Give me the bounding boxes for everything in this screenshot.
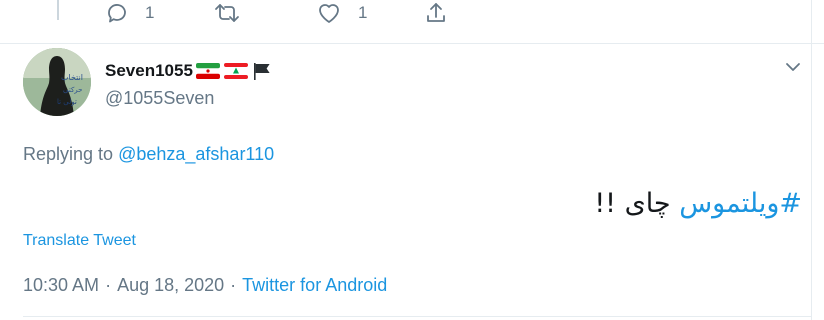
like-count: 1: [358, 3, 368, 22]
tweet-text: #ویلتموس چای !!: [594, 184, 802, 224]
translate-tweet-link[interactable]: Translate Tweet: [23, 232, 136, 250]
share-icon: [427, 3, 445, 22]
hashtag-link[interactable]: #ویلتموس: [679, 188, 802, 219]
avatar-overlay-text-1: انتخاب: [61, 73, 83, 82]
tweet-body-text: چای !!: [594, 188, 671, 219]
tweet-source-link[interactable]: Twitter for Android: [242, 275, 387, 295]
iran-flag-icon: [195, 63, 220, 79]
meta-separator: ·: [105, 275, 112, 295]
retweet-icon: [215, 4, 239, 22]
avatar[interactable]: انتخاب حرکتی تولی تا: [23, 48, 91, 116]
heart-icon: [319, 4, 339, 23]
chevron-down-icon[interactable]: [784, 58, 802, 76]
previous-tweet-action-bar: 1 1: [0, 0, 824, 26]
share-button[interactable]: [424, 0, 448, 26]
meta-separator: ·: [230, 275, 237, 295]
replying-to-handle-link[interactable]: @behza_afshar110: [118, 144, 274, 164]
avatar-overlay-text-2: حرکتی: [63, 86, 82, 94]
column-border: [811, 0, 812, 320]
retweet-button[interactable]: [214, 0, 240, 26]
replying-to-label: Replying to: [23, 144, 114, 164]
reply-count: 1: [145, 3, 155, 22]
avatar-overlay-text-3: تولی تا: [57, 98, 77, 106]
black-flag-icon: [253, 63, 270, 80]
like-button[interactable]: 1: [316, 0, 367, 26]
user-handle[interactable]: @1055Seven: [105, 88, 214, 109]
tweet-divider: [0, 43, 824, 44]
author-name-row[interactable]: Seven1055: [105, 59, 273, 83]
replying-to-line: Replying to @behza_afshar110: [23, 144, 274, 165]
reply-icon: [108, 4, 126, 23]
avatar-image: انتخاب حرکتی تولی تا: [23, 48, 91, 116]
tweet-time[interactable]: 10:30 AM: [23, 275, 99, 295]
display-name[interactable]: Seven1055: [105, 61, 193, 81]
meta-divider: [23, 316, 811, 317]
tweet-date[interactable]: Aug 18, 2020: [117, 275, 224, 295]
lebanon-flag-icon: [223, 63, 248, 79]
tweet-meta: 10:30 AM · Aug 18, 2020 · Twitter for Androi…: [23, 275, 387, 296]
reply-button[interactable]: 1: [105, 0, 154, 26]
